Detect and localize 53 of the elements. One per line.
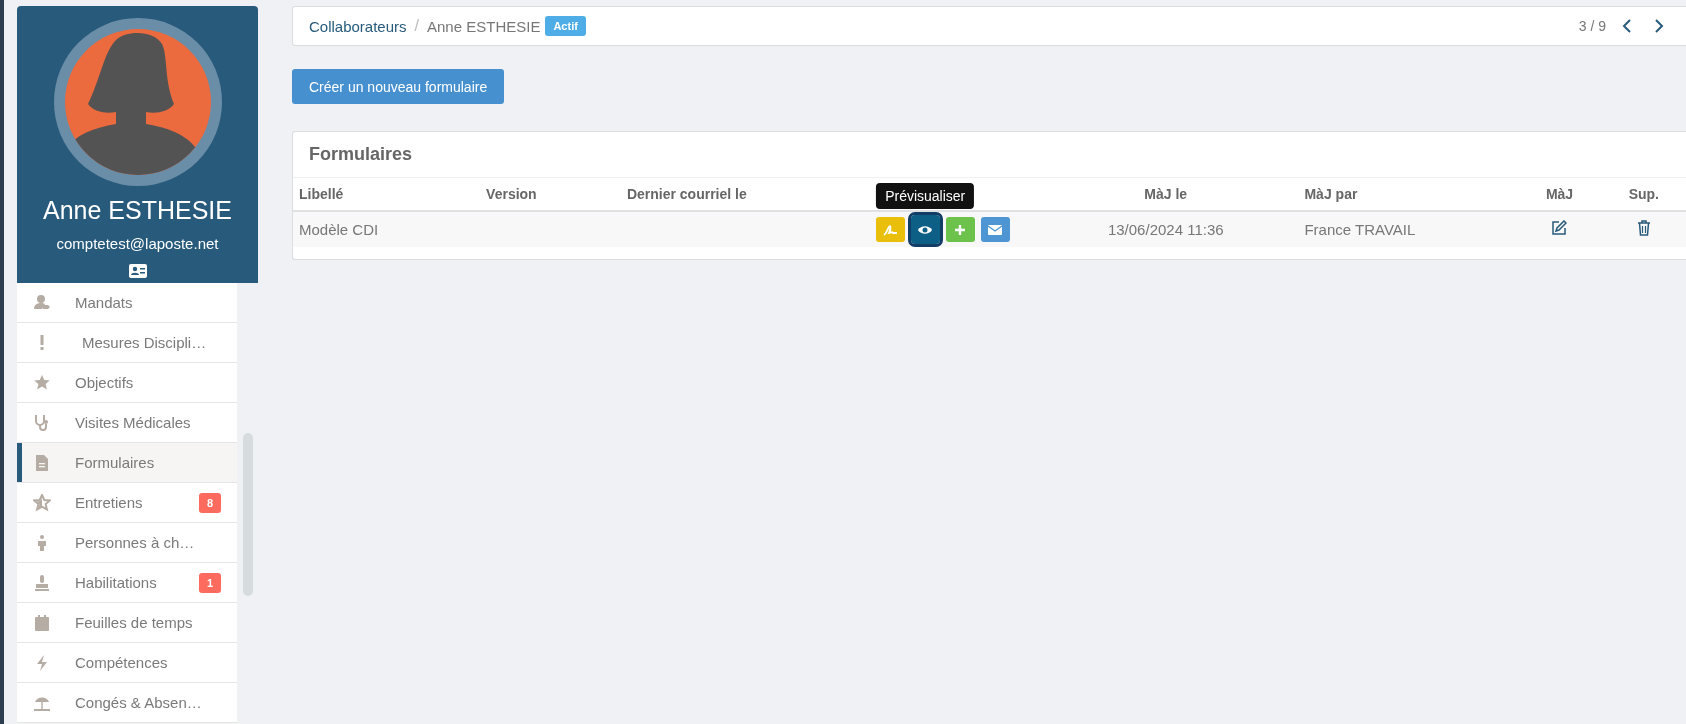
table-cell: France TRAVAIL	[1264, 211, 1518, 247]
sidebar-item-icon	[40, 333, 44, 352]
delete-icon[interactable]	[1635, 220, 1652, 239]
sidebar-item-icon	[33, 293, 51, 312]
id-card-icon[interactable]	[128, 264, 147, 278]
sidebar-item[interactable]: Mesures Discipli…	[17, 323, 237, 363]
sidebar-item[interactable]: Formulaires	[17, 443, 237, 483]
breadcrumb-separator: /	[414, 17, 419, 35]
table-cell: Modèle CDI	[293, 211, 481, 247]
mail-action-button[interactable]	[980, 217, 1010, 242]
sidebar-item-label: Mesures Discipli…	[82, 334, 208, 351]
table-cell: 13/06/2024 11:36	[1067, 211, 1265, 247]
sidebar-item[interactable]: Habilitations 1	[17, 563, 237, 603]
sidebar-item-icon	[33, 613, 51, 632]
scrollbar-thumb[interactable]	[243, 433, 253, 596]
chevron-right-icon	[1654, 19, 1664, 33]
chevron-left-icon	[1622, 19, 1632, 33]
sidebar-item-label: Compétences	[75, 654, 169, 671]
sidebar-item-label: Visites Médicales	[75, 414, 192, 431]
status-badge: Actif	[545, 16, 586, 36]
sidebar-item[interactable]: Objectifs	[17, 363, 237, 403]
count-badge: 1	[198, 572, 221, 593]
count-badge: 8	[198, 492, 221, 513]
sidebar-item-label: Entretiens	[75, 494, 144, 511]
sidebar-item-icon	[33, 373, 51, 392]
mail-icon	[987, 222, 1004, 237]
sidebar-item-icon	[33, 453, 51, 472]
sidebar-item[interactable]: Personnes à ch…	[17, 523, 237, 563]
sidebar-item-icon	[33, 413, 51, 432]
sidebar-item-icon	[33, 573, 51, 592]
sidebar-item-label: Congés & Absen…	[75, 694, 203, 711]
create-form-button[interactable]: Créer un nouveau formulaire	[292, 69, 505, 104]
sidebar-item-icon	[33, 493, 51, 512]
sidebar-item-label: Formulaires	[75, 454, 156, 471]
sidebar-item-label: Mandats	[75, 294, 134, 311]
sidebar-item-label: Habilitations	[75, 574, 158, 591]
breadcrumb-link[interactable]: Collaborateurs	[309, 17, 407, 35]
sign-icon	[882, 222, 899, 237]
sidebar-item-label: Objectifs	[75, 374, 135, 391]
panel-title: Formulaires	[293, 132, 1686, 178]
sidebar-item[interactable]: Entretiens 8	[17, 483, 237, 523]
avatar-silhouette-icon	[53, 18, 222, 186]
tooltip: Prévisualiser	[876, 183, 975, 209]
sidebar-item[interactable]: Mandats	[17, 283, 237, 323]
pager-count: 3 / 9	[1578, 18, 1606, 34]
sidebar-item-label: Personnes à ch…	[75, 534, 196, 551]
sidebar-item[interactable]: Congés & Absen…	[17, 683, 237, 723]
sidebar-item[interactable]: Feuilles de temps	[17, 603, 237, 643]
sidebar-item-label: Feuilles de temps	[75, 614, 194, 631]
breadcrumb-current: Anne ESTHESIE	[427, 17, 541, 35]
sidebar-item[interactable]: Compétences	[17, 643, 237, 683]
profile-email: comptetest@laposte.net	[56, 235, 219, 252]
profile-name: Anne ESTHESIE	[43, 196, 232, 225]
